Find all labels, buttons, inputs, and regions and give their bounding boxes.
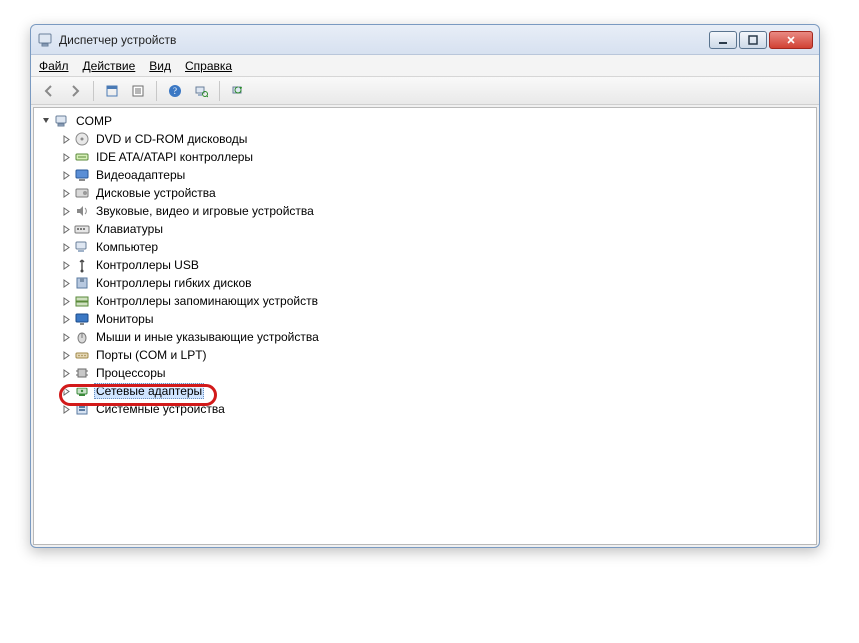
tree-item[interactable]: Мыши и иные указывающие устройства	[58, 328, 814, 346]
tree-item[interactable]: Контроллеры запоминающих устройств	[58, 292, 814, 310]
expand-icon[interactable]	[60, 349, 72, 361]
tree-item[interactable]: Видеоадаптеры	[58, 166, 814, 184]
drive-icon	[74, 185, 90, 201]
back-button[interactable]	[37, 80, 61, 102]
tree-item[interactable]: Компьютер	[58, 238, 814, 256]
toolbar-separator	[219, 81, 220, 101]
tree-item-label: Контроллеры USB	[94, 258, 201, 272]
tree-item-label: Процессоры	[94, 366, 168, 380]
port-icon	[74, 347, 90, 363]
tree-item-label: DVD и CD-ROM дисководы	[94, 132, 249, 146]
menu-action[interactable]: Действие	[83, 59, 136, 73]
device-tree[interactable]: COMP DVD и CD-ROM дисководы IDE ATA/ATAPI…	[33, 107, 817, 545]
svg-text:?: ?	[173, 86, 177, 96]
expand-icon[interactable]	[60, 169, 72, 181]
tree-item-label: Клавиатуры	[94, 222, 165, 236]
expand-icon[interactable]	[60, 331, 72, 343]
tree-item-label: Видеоадаптеры	[94, 168, 187, 182]
expand-icon[interactable]	[60, 295, 72, 307]
tree-item-label: Контроллеры гибких дисков	[94, 276, 254, 290]
tree-item-label: Звуковые, видео и игровые устройства	[94, 204, 316, 218]
show-hidden-button[interactable]	[100, 80, 124, 102]
tree-item[interactable]: Сетевые адаптеры	[58, 382, 814, 400]
help-button[interactable]: ?	[163, 80, 187, 102]
menubar: Файл Действие Вид Справка	[31, 55, 819, 77]
cpu-icon	[74, 365, 90, 381]
floppy-icon	[74, 275, 90, 291]
tree-item-label: Компьютер	[94, 240, 160, 254]
tree-item[interactable]: Процессоры	[58, 364, 814, 382]
expand-icon[interactable]	[60, 151, 72, 163]
minimize-button[interactable]	[709, 31, 737, 49]
tree-item-label: Порты (COM и LPT)	[94, 348, 209, 362]
menu-help[interactable]: Справка	[185, 59, 232, 73]
maximize-button[interactable]	[739, 31, 767, 49]
disc-icon	[74, 131, 90, 147]
tree-item-label: Мыши и иные указывающие устройства	[94, 330, 321, 344]
scan-button[interactable]	[189, 80, 213, 102]
expand-icon[interactable]	[60, 187, 72, 199]
tree-item-label: IDE ATA/ATAPI контроллеры	[94, 150, 255, 164]
usb-icon	[74, 257, 90, 273]
expand-icon[interactable]	[60, 133, 72, 145]
expand-icon[interactable]	[60, 223, 72, 235]
tree-item-label: Сетевые адаптеры	[94, 383, 204, 399]
ide-icon	[74, 149, 90, 165]
tree-root-label: COMP	[74, 114, 114, 128]
tree-item[interactable]: Клавиатуры	[58, 220, 814, 238]
mouse-icon	[74, 329, 90, 345]
titlebar: Диспетчер устройств	[31, 25, 819, 55]
properties-button[interactable]	[126, 80, 150, 102]
expand-icon[interactable]	[60, 403, 72, 415]
network-icon	[74, 383, 90, 399]
toolbar-separator	[156, 81, 157, 101]
expand-icon[interactable]	[60, 259, 72, 271]
sound-icon	[74, 203, 90, 219]
tree-item-label: Дисковые устройства	[94, 186, 218, 200]
tree-item-label: Системные устройства	[94, 402, 227, 416]
keyboard-icon	[74, 221, 90, 237]
forward-button[interactable]	[63, 80, 87, 102]
toolbar: ?	[31, 77, 819, 105]
system-icon	[74, 401, 90, 417]
tree-item[interactable]: Звуковые, видео и игровые устройства	[58, 202, 814, 220]
expand-icon[interactable]	[60, 385, 72, 397]
computer-icon	[54, 113, 70, 129]
update-driver-button[interactable]	[226, 80, 250, 102]
close-button[interactable]	[769, 31, 813, 49]
tree-item[interactable]: Системные устройства	[58, 400, 814, 418]
storage-icon	[74, 293, 90, 309]
tree-item[interactable]: Порты (COM и LPT)	[58, 346, 814, 364]
expand-icon[interactable]	[60, 313, 72, 325]
tree-item[interactable]: Контроллеры USB	[58, 256, 814, 274]
tree-item-label: Контроллеры запоминающих устройств	[94, 294, 320, 308]
app-icon	[37, 32, 53, 48]
menu-view[interactable]: Вид	[149, 59, 171, 73]
tree-item[interactable]: IDE ATA/ATAPI контроллеры	[58, 148, 814, 166]
computer-icon	[74, 239, 90, 255]
tree-item[interactable]: Мониторы	[58, 310, 814, 328]
expand-icon[interactable]	[60, 205, 72, 217]
tree-item-label: Мониторы	[94, 312, 155, 326]
collapse-icon[interactable]	[40, 115, 52, 127]
tree-item[interactable]: Дисковые устройства	[58, 184, 814, 202]
monitor-icon	[74, 311, 90, 327]
tree-root[interactable]: COMP	[38, 112, 814, 130]
expand-icon[interactable]	[60, 367, 72, 379]
window-title: Диспетчер устройств	[59, 33, 176, 47]
expand-icon[interactable]	[60, 277, 72, 289]
toolbar-separator	[93, 81, 94, 101]
device-manager-window: Диспетчер устройств Файл Действие Вид Сп…	[30, 24, 820, 548]
tree-item[interactable]: DVD и CD-ROM дисководы	[58, 130, 814, 148]
display-icon	[74, 167, 90, 183]
menu-file[interactable]: Файл	[39, 59, 69, 73]
tree-item[interactable]: Контроллеры гибких дисков	[58, 274, 814, 292]
expand-icon[interactable]	[60, 241, 72, 253]
